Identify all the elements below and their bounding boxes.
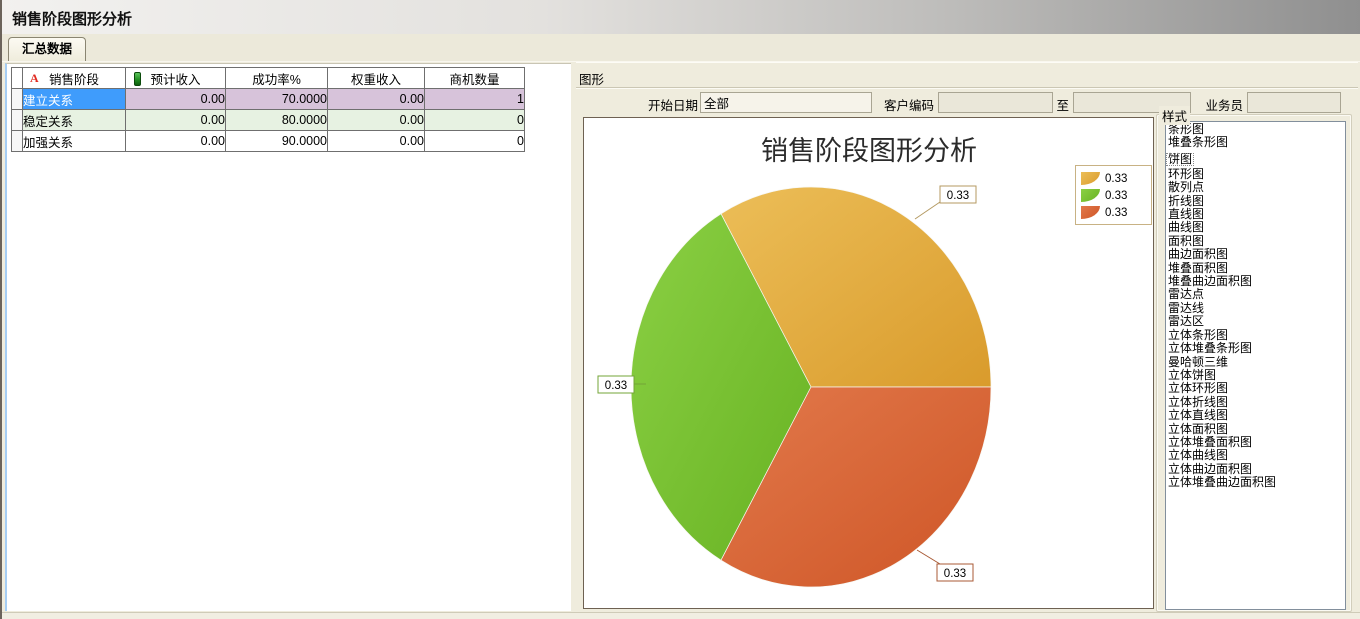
style-list-item[interactable]: 条形图 [1166, 123, 1345, 136]
legend-entry: 0.33 [1081, 170, 1147, 187]
window-title: 销售阶段图形分析 [12, 8, 132, 29]
svg-text:0.33: 0.33 [605, 380, 627, 392]
to-label: 至 [1047, 96, 1069, 117]
style-list-item[interactable]: 立体曲线图 [1166, 449, 1345, 462]
summary-table: A 销售阶段 预计收入 成功率% 权重收入 商机数量 [11, 67, 525, 152]
svg-text:0.33: 0.33 [944, 568, 966, 580]
window: 销售阶段图形分析 汇总数据 A 销售阶段 预计收入 成功率% [0, 0, 1360, 619]
row-indicator [12, 131, 23, 152]
header-indicator-cell [12, 68, 23, 89]
customer-code-input[interactable] [938, 92, 1053, 113]
legend-swatch [1081, 206, 1100, 219]
tab-strip: 汇总数据 [0, 34, 1360, 62]
success-rate-cell[interactable]: 90.0000 [226, 131, 328, 152]
col-header-opportunity-count[interactable]: 商机数量 [425, 68, 525, 89]
style-list-item[interactable]: 立体面积图 [1166, 423, 1345, 436]
success-rate-cell[interactable]: 70.0000 [226, 89, 328, 110]
style-list-item[interactable]: 堆叠面积图 [1166, 262, 1345, 275]
expected-income-cell[interactable]: 0.00 [126, 131, 226, 152]
pie-data-label: 0.33 [917, 550, 973, 581]
style-list-item[interactable]: 雷达区 [1166, 315, 1345, 328]
graph-panel-title: 图形 [579, 69, 604, 88]
graph-panel-separator [576, 87, 1358, 89]
chart-legend: 0.33 0.33 0.33 [1075, 165, 1152, 225]
style-list-item[interactable]: 曲线图 [1166, 221, 1345, 234]
status-strip [0, 612, 1360, 619]
legend-value: 0.33 [1105, 173, 1127, 185]
table-header-row: A 销售阶段 预计收入 成功率% 权重收入 商机数量 [12, 68, 525, 89]
row-indicator [12, 89, 23, 110]
style-group: 样式 条形图堆叠条形图饼图环形图散列点折线图直线图曲线图面积图曲边面积图堆叠面积… [1156, 106, 1352, 612]
style-list-item[interactable]: 立体堆叠曲边面积图 [1166, 476, 1345, 489]
col-header-weighted-income[interactable]: 权重收入 [328, 68, 425, 89]
legend-value: 0.33 [1105, 207, 1127, 219]
table-row: 建立关系 0.00 70.0000 0.00 1 [12, 89, 525, 110]
legend-entry: 0.33 [1081, 187, 1147, 204]
window-titlebar: 销售阶段图形分析 [0, 0, 1360, 34]
opportunity-count-cell[interactable]: 1 [425, 89, 525, 110]
table-row: 稳定关系 0.00 80.0000 0.00 0 [12, 110, 525, 131]
style-list-item[interactable]: 曼哈顿三维 [1166, 356, 1345, 369]
legend-value: 0.33 [1105, 190, 1127, 202]
expected-income-cell[interactable]: 0.00 [126, 110, 226, 131]
tab-summary-data[interactable]: 汇总数据 [8, 37, 86, 61]
style-list-item[interactable]: 堆叠曲边面积图 [1166, 275, 1345, 288]
expected-income-cell[interactable]: 0.00 [126, 89, 226, 110]
graph-panel: 图形 开始日期 客户编码 至 业务员 销售阶段图形分析 0.33 [576, 62, 1358, 613]
pie-chart: 销售阶段图形分析 0.33 0.33 0.33 [584, 118, 1153, 608]
numeric-type-icon [134, 72, 141, 86]
table-row: 加强关系 0.00 90.0000 0.00 0 [12, 131, 525, 152]
weighted-income-cell[interactable]: 0.00 [328, 131, 425, 152]
style-list-item[interactable]: 堆叠条形图 [1166, 136, 1345, 149]
svg-text:0.33: 0.33 [947, 190, 969, 202]
stage-cell[interactable]: 稳定关系 [23, 110, 126, 131]
style-list-item[interactable]: 面积图 [1166, 235, 1345, 248]
style-list-item[interactable]: 立体环形图 [1166, 382, 1345, 395]
style-list-item[interactable]: 散列点 [1166, 181, 1345, 194]
pie-chart-area: 销售阶段图形分析 0.33 0.33 0.33 0.33 [583, 117, 1154, 609]
opportunity-count-cell[interactable]: 0 [425, 110, 525, 131]
row-indicator [12, 110, 23, 131]
summary-table-panel: A 销售阶段 预计收入 成功率% 权重收入 商机数量 [5, 63, 573, 611]
start-date-label: 开始日期 [616, 96, 698, 117]
chart-title: 销售阶段图形分析 [761, 136, 977, 167]
start-date-input[interactable] [700, 92, 872, 113]
style-list[interactable]: 条形图堆叠条形图饼图环形图散列点折线图直线图曲线图面积图曲边面积图堆叠面积图堆叠… [1165, 121, 1346, 610]
col-header-stage[interactable]: A 销售阶段 [23, 68, 126, 89]
stage-cell[interactable]: 加强关系 [23, 131, 126, 152]
style-list-item[interactable]: 直线图 [1166, 208, 1345, 221]
style-list-item[interactable]: 雷达点 [1166, 288, 1345, 301]
style-list-item[interactable]: 立体堆叠条形图 [1166, 342, 1345, 355]
style-group-title: 样式 [1159, 106, 1190, 125]
weighted-income-cell[interactable]: 0.00 [328, 110, 425, 131]
window-left-edge [0, 0, 2, 619]
style-list-item[interactable]: 雷达线 [1166, 302, 1345, 315]
col-header-success-rate[interactable]: 成功率% [226, 68, 328, 89]
pie-data-label: 0.33 [915, 186, 976, 219]
col-header-expected-income[interactable]: 预计收入 [126, 68, 226, 89]
text-type-icon: A [30, 71, 39, 86]
legend-swatch [1081, 189, 1100, 202]
opportunity-count-cell[interactable]: 0 [425, 131, 525, 152]
style-list-item[interactable]: 折线图 [1166, 195, 1345, 208]
weighted-income-cell[interactable]: 0.00 [328, 89, 425, 110]
legend-entry: 0.33 [1081, 204, 1147, 221]
legend-swatch [1081, 172, 1100, 185]
customer-code-label: 客户编码 [874, 96, 934, 117]
style-list-item[interactable]: 饼图 [1166, 153, 1194, 166]
success-rate-cell[interactable]: 80.0000 [226, 110, 328, 131]
style-list-item[interactable]: 立体直线图 [1166, 409, 1345, 422]
stage-cell[interactable]: 建立关系 [23, 89, 126, 110]
style-list-item[interactable]: 曲边面积图 [1166, 248, 1345, 261]
